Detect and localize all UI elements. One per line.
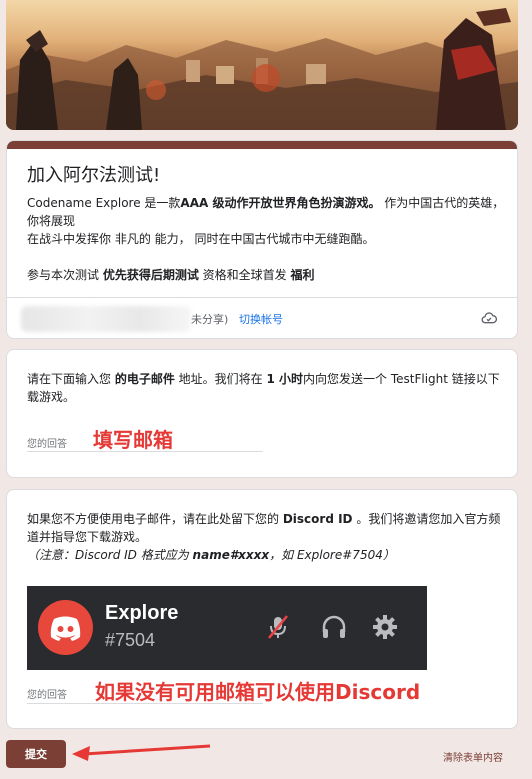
discord-profile-image: Explore #7504	[27, 586, 427, 670]
email-annotation: 填写邮箱	[93, 428, 173, 452]
red-arrow-annotation	[72, 744, 211, 761]
form-description: Codename Explore 是一款AAA 级动作开放世界角色扮演游戏。 作…	[27, 196, 505, 282]
headphones-icon	[322, 615, 346, 638]
discord-logo-icon	[38, 600, 93, 655]
discord-tag: #7504	[105, 630, 156, 650]
discord-annotation: 如果没有可用邮箱可以使用Discord	[95, 680, 421, 704]
email-question-card: 请在下面输入您 的电子邮件 地址。我们将在 1 小时内向您发送一个 TestFl…	[6, 349, 518, 478]
discord-question-card: 如果您不方便使用电子邮件，请在此处留下您的 Discord ID 。我们将邀请您…	[6, 489, 518, 729]
cloud-saved-icon	[481, 312, 497, 324]
submit-button[interactable]: 提交	[6, 740, 66, 768]
blurred-account-email	[21, 306, 191, 332]
muted-mic-icon	[268, 615, 288, 639]
email-question-text: 请在下面输入您 的电子邮件 地址。我们将在 1 小时内向您发送一个 TestFl…	[27, 372, 500, 404]
account-row: 未分享) 切换帐号	[7, 297, 517, 338]
form-title: 加入阿尔法测试!	[27, 165, 161, 186]
accent-bar	[7, 141, 517, 149]
clear-form-link[interactable]: 清除表单内容	[443, 749, 503, 764]
switch-account-link[interactable]: 切换帐号	[239, 311, 283, 327]
discord-question-text: 如果您不方便使用电子邮件，请在此处留下您的 Discord ID 。我们将邀请您…	[27, 512, 501, 562]
settings-gear-icon	[373, 615, 397, 639]
not-shared-label: 未分享)	[191, 313, 229, 326]
form-header-card: 加入阿尔法测试! Codename Explore 是一款AAA 级动作开放世界…	[6, 140, 518, 339]
discord-username: Explore	[105, 602, 179, 624]
header-banner-image	[6, 0, 518, 130]
